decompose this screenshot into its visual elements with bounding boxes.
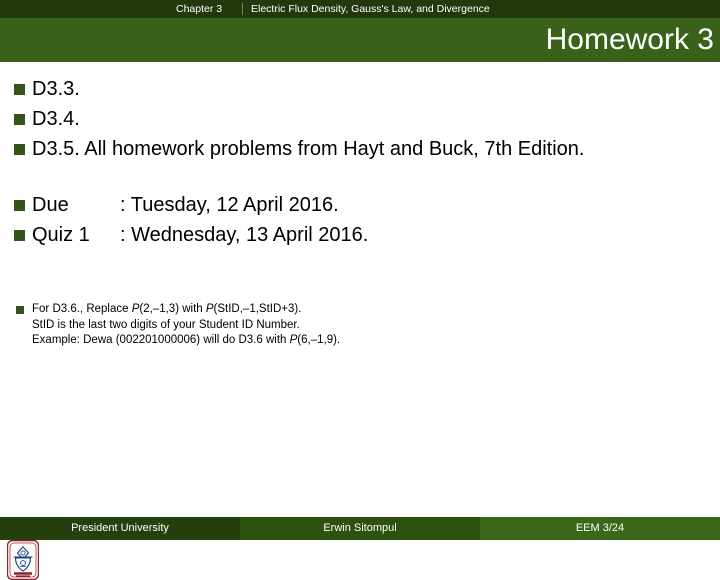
note-line-1-part-a: For D3.6., Replace: [32, 303, 132, 315]
note-line-3: Example: Dewa (002201000006) will do D3.…: [32, 333, 340, 349]
schedule-label: Quiz 1: [32, 224, 90, 246]
bullet-item-label: D3.5. All homework problems from Hayt an…: [32, 138, 585, 160]
note-line-2: StID is the last two digits of your Stud…: [32, 318, 300, 331]
schedule-value: : Tuesday, 12 April 2016.: [120, 194, 339, 216]
note-line-3-part-b: (6,–1,9).: [297, 334, 341, 346]
schedule-value: : Wednesday, 13 April 2016.: [120, 224, 369, 246]
bullet-item-label: D3.3.: [32, 78, 80, 100]
chapter-divider: [242, 3, 243, 15]
note-line-3-part-a: Example: Dewa (002201000006) will do D3.…: [32, 334, 290, 346]
slide-footer: President University Erwin Sitompul EEM …: [0, 517, 720, 540]
note-variable-p: P: [205, 303, 214, 315]
footer-institution: President University: [0, 517, 240, 540]
note-line-1-part-b: (2,–1,3) with: [139, 303, 206, 315]
chapter-title: Electric Flux Density, Gauss's Law, and …: [251, 3, 490, 15]
footer-page-number: EEM 3/24: [480, 517, 720, 540]
note-line-1-part-c: (StID,–1,StID+3).: [213, 303, 302, 315]
bullet-item-label: D3.4.: [32, 108, 80, 130]
note-line-1: For D3.6., Replace P(2,–1,3) with P(StID…: [32, 302, 340, 318]
slide-body: D3.3. D3.4. D3.5. All homework problems …: [0, 62, 720, 580]
bullet-square-icon: [14, 84, 25, 95]
slide-header: Chapter 3 Electric Flux Density, Gauss's…: [0, 0, 720, 62]
schedule-item-due: Due : Tuesday, 12 April 2016.: [14, 192, 339, 218]
chapter-number: Chapter 3: [176, 3, 223, 15]
note-block: For D3.6., Replace P(2,–1,3) with P(StID…: [16, 302, 340, 349]
bullet-item-d35: D3.5. All homework problems from Hayt an…: [14, 136, 584, 162]
note-lines: For D3.6., Replace P(2,–1,3) with P(StID…: [32, 302, 340, 349]
bullet-square-icon: [14, 114, 25, 125]
bullet-square-icon: [14, 144, 25, 155]
president-university-logo: [7, 540, 39, 580]
bullet-square-icon: [16, 306, 24, 314]
bullet-item-d33: D3.3.: [14, 76, 80, 102]
bullet-square-icon: [14, 230, 25, 241]
chapter-bar: Chapter 3 Electric Flux Density, Gauss's…: [0, 0, 720, 18]
footer-author: Erwin Sitompul: [240, 517, 480, 540]
schedule-item-quiz: Quiz 1 : Wednesday, 13 April 2016.: [14, 222, 368, 248]
page-title: Homework 3: [545, 23, 714, 56]
bullet-item-d34: D3.4.: [14, 106, 80, 132]
bullet-square-icon: [14, 200, 25, 211]
title-band: Homework 3: [0, 18, 720, 62]
schedule-label: Due: [32, 194, 69, 216]
